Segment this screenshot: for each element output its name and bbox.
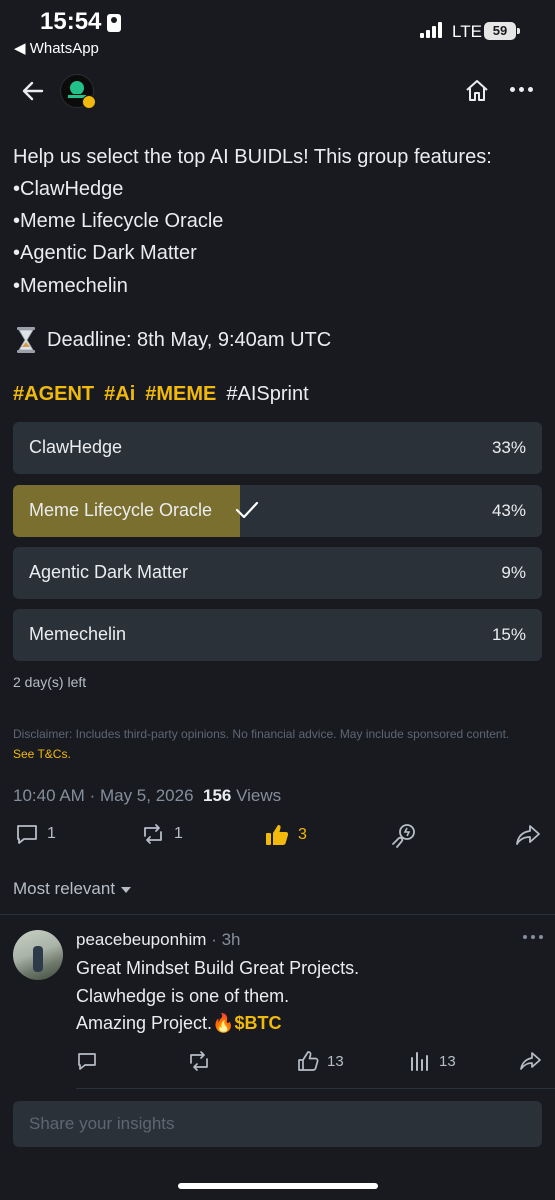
comment-like-button[interactable]: 13 <box>297 1050 344 1072</box>
comment-reply-button[interactable] <box>76 1050 98 1072</box>
tip-button[interactable] <box>390 822 418 850</box>
poll-time-remaining: 2 day(s) left <box>13 674 87 690</box>
repost-button[interactable]: 1 <box>140 822 183 850</box>
comment-text-line: Great Mindset Build Great Projects. <box>76 958 360 978</box>
comment-text-line-3: Amazing Project.🔥$BTC <box>76 1013 281 1034</box>
hashtag-agent[interactable]: #AGENT <box>13 383 94 405</box>
battery-tip <box>517 28 520 34</box>
comment-icon <box>17 825 37 844</box>
repost-icon <box>144 824 162 844</box>
network-type: LTE <box>452 22 482 41</box>
comment-views: 13 <box>409 1050 456 1072</box>
poll-option[interactable]: Memechelin 15% <box>13 609 542 661</box>
poll-option-label: Memechelin <box>29 624 127 644</box>
post-text-line: •Meme Lifecycle Oracle <box>13 210 224 232</box>
post-meta: 10:40 AM · May 5, 2026 156 Views <box>13 786 281 806</box>
thumbs-up-icon <box>266 825 289 845</box>
hashtag-ai[interactable]: #Ai <box>104 383 135 405</box>
commenter-username[interactable]: peacebeuponhim <box>76 930 206 949</box>
comment-like-count: 13 <box>327 1052 344 1070</box>
insight-input[interactable] <box>13 1101 542 1147</box>
comment-separator: · <box>211 930 217 949</box>
share-button[interactable] <box>514 822 542 850</box>
more-options-icon[interactable] <box>510 86 534 94</box>
tip-icon <box>392 824 415 848</box>
disclaimer-text: Disclaimer: Includes third-party opinion… <box>13 727 510 741</box>
comment-header: peacebeuponhim · 3h <box>76 930 241 950</box>
meta-separator: · <box>89 786 96 805</box>
comment-icon <box>78 1053 96 1070</box>
post-text-line: •Agentic Dark Matter <box>13 242 197 264</box>
share-icon <box>520 1052 541 1070</box>
poll-option[interactable]: Agentic Dark Matter 9% <box>13 547 542 599</box>
comment-share-button[interactable] <box>519 1050 543 1072</box>
check-icon <box>235 501 259 519</box>
poll-option-percent: 43% <box>491 501 526 520</box>
divider <box>76 1088 555 1089</box>
poll-option[interactable]: ClawHedge 33% <box>13 422 542 474</box>
post-text-line: Help us select the top AI BUIDLs! This g… <box>13 146 492 168</box>
poll-option-label: Meme Lifecycle Oracle <box>29 500 213 520</box>
verified-badge-icon <box>82 95 96 109</box>
back-to-app-link[interactable]: ◀ WhatsApp <box>14 39 99 57</box>
home-icon[interactable] <box>463 77 491 105</box>
like-button[interactable]: 3 <box>264 822 307 850</box>
home-indicator[interactable] <box>178 1183 378 1189</box>
poll-option-percent: 15% <box>491 625 526 644</box>
poll-option-label: Agentic Dark Matter <box>29 562 189 582</box>
id-card-icon <box>107 14 121 32</box>
divider <box>0 914 555 915</box>
status-time: 15:54 <box>40 8 102 35</box>
battery-icon: 59 <box>484 22 516 40</box>
signal-icon <box>420 22 446 38</box>
comment-repost-button[interactable] <box>187 1050 211 1072</box>
views-label: Views <box>236 786 282 805</box>
terms-link[interactable]: See T&Cs. <box>13 747 71 761</box>
hourglass-icon <box>17 327 35 353</box>
back-arrow-icon[interactable] <box>20 78 46 104</box>
hashtag-aisprint[interactable]: #AISprint <box>226 383 308 405</box>
like-count: 3 <box>298 826 307 843</box>
repost-icon <box>190 1051 208 1071</box>
sort-dropdown[interactable]: Most relevant <box>13 879 131 899</box>
repost-count: 1 <box>174 825 183 842</box>
poll-option-percent: 33% <box>491 438 526 457</box>
comment-view-count: 13 <box>439 1052 456 1070</box>
poll-option-label: ClawHedge <box>29 437 123 457</box>
comment-button[interactable]: 1 <box>15 822 56 850</box>
poll-option-percent: 9% <box>501 563 526 582</box>
bar-chart-icon <box>411 1052 428 1071</box>
views-count: 156 <box>202 786 232 805</box>
thumbs-up-icon <box>298 1051 319 1071</box>
disclaimer: Disclaimer: Includes third-party opinion… <box>13 724 533 764</box>
post-text-line: •Memechelin <box>13 275 128 297</box>
hashtag-meme[interactable]: #MEME <box>145 383 216 405</box>
comment-text-line: Clawhedge is one of them. <box>76 986 290 1006</box>
commenter-avatar[interactable] <box>13 930 63 980</box>
hashtag-row: #AGENT #Ai #MEME #AISprint <box>13 383 309 406</box>
comment-text: Amazing Project.🔥 <box>76 1013 235 1033</box>
post-time: 10:40 AM <box>13 786 85 805</box>
comment-count: 1 <box>47 825 56 842</box>
comment-more-icon[interactable] <box>523 935 543 941</box>
comment-time: 3h <box>221 930 241 949</box>
post-text-line: •ClawHedge <box>13 178 124 200</box>
post-deadline: Deadline: 8th May, 9:40am UTC <box>47 329 332 351</box>
share-icon <box>516 825 540 845</box>
post-date: May 5, 2026 <box>99 786 194 805</box>
poll-option-selected[interactable]: Meme Lifecycle Oracle 43% <box>13 485 542 537</box>
coin-tag[interactable]: $BTC <box>234 1013 281 1033</box>
